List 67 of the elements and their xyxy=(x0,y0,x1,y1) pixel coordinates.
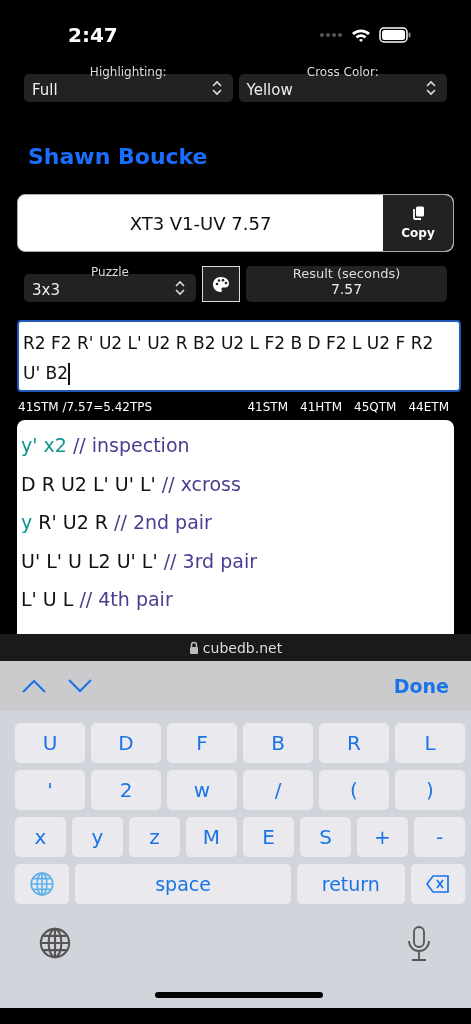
done-button[interactable]: Done xyxy=(393,675,449,697)
keyboard-key[interactable]: L xyxy=(395,723,465,763)
keyboard-key[interactable]: w xyxy=(167,770,237,810)
keyboard-key[interactable]: F xyxy=(167,723,237,763)
keyboard-key[interactable]: x xyxy=(15,817,66,857)
next-button[interactable] xyxy=(68,679,92,693)
keyboard-key[interactable]: M xyxy=(186,817,237,857)
comment-text: // xcross xyxy=(161,472,241,495)
scramble-field[interactable]: R2 F2 R' U2 L' U2 R B2 U2 L F2 B D F2 L U2 F R2 U' B2 xyxy=(17,320,461,392)
url-text: cubedb.net xyxy=(202,639,283,656)
globe-icon xyxy=(29,871,56,897)
keyboard-key[interactable]: S xyxy=(300,817,351,857)
move-count: 41HTM xyxy=(300,400,343,414)
moves-text: U' L' U L2 U' L' xyxy=(21,549,158,572)
comment-text: // 2nd pair xyxy=(114,511,212,533)
chevron-down-icon xyxy=(68,679,92,693)
chevron-updown-icon xyxy=(174,280,186,296)
keyboard-key[interactable]: D xyxy=(91,723,161,763)
chevron-up-icon xyxy=(22,679,46,693)
keyboard-key[interactable]: ' xyxy=(15,770,85,810)
globe-icon xyxy=(38,926,72,960)
previous-button[interactable] xyxy=(22,679,46,693)
comment-text: // 4th pair xyxy=(79,588,173,610)
moves-text: R' U2 R xyxy=(38,511,108,533)
delete-key[interactable] xyxy=(410,864,465,904)
move-count: 45QTM xyxy=(354,400,397,414)
wifi-icon xyxy=(351,27,371,43)
moves-text: L' U L xyxy=(21,588,74,610)
return-key[interactable]: return xyxy=(296,864,405,904)
comment-text: // inspection xyxy=(72,434,190,456)
comment-text: // 3rd pair xyxy=(163,549,257,572)
keyboard-key[interactable]: E xyxy=(243,817,294,857)
keyboard-key[interactable]: ) xyxy=(395,770,465,810)
lock-icon xyxy=(188,641,199,654)
delete-icon xyxy=(425,875,450,893)
solver-name[interactable]: Shawn Boucke xyxy=(0,102,471,194)
moves-text: y' x2 xyxy=(21,434,67,456)
result-field[interactable]: Result (seconds) 7.57 xyxy=(246,266,447,302)
keyboard-key[interactable]: / xyxy=(243,770,313,810)
globe-key[interactable] xyxy=(15,864,70,904)
moves-text: y xyxy=(21,511,33,533)
battery-icon xyxy=(379,27,411,43)
move-count: 44ETM xyxy=(408,400,449,414)
moves-text: D R U2 L' U' L' xyxy=(21,472,156,495)
microphone-icon xyxy=(407,926,431,962)
keyboard-key[interactable]: ( xyxy=(319,770,389,810)
space-key[interactable]: space xyxy=(75,864,291,904)
keyboard-key[interactable]: - xyxy=(414,817,465,857)
chevron-updown-icon xyxy=(210,80,223,96)
reconstruction-field[interactable]: y' x2 // inspection D R U2 L' U' L' // xcross y R' U2 R // 2nd pair U' L' U L2 U' L' // 3rd pair L' U L // 4th pair xyxy=(17,420,454,634)
keyboard-key[interactable]: B xyxy=(243,723,313,763)
copy-icon xyxy=(411,206,425,220)
palette-icon xyxy=(212,275,230,293)
signal-icon xyxy=(319,33,343,37)
palette-button[interactable] xyxy=(202,266,240,302)
chevron-updown-icon xyxy=(425,80,437,96)
tps-stat: 41STM /7.57=5.42TPS xyxy=(18,400,153,414)
status-time: 2:47 xyxy=(68,23,118,47)
keyboard-key[interactable]: U xyxy=(15,723,85,763)
solve-title: XT3 V1-UV 7.57 xyxy=(128,211,273,236)
copy-button[interactable]: Copy xyxy=(383,195,453,251)
keyboard-key[interactable]: R xyxy=(319,723,389,763)
keyboard-key[interactable]: 2 xyxy=(91,770,161,810)
keyboard-key[interactable]: y xyxy=(72,817,123,857)
keyboard-key[interactable]: z xyxy=(129,817,180,857)
move-count: 41STM xyxy=(247,400,289,414)
keyboard-key[interactable]: + xyxy=(357,817,408,857)
